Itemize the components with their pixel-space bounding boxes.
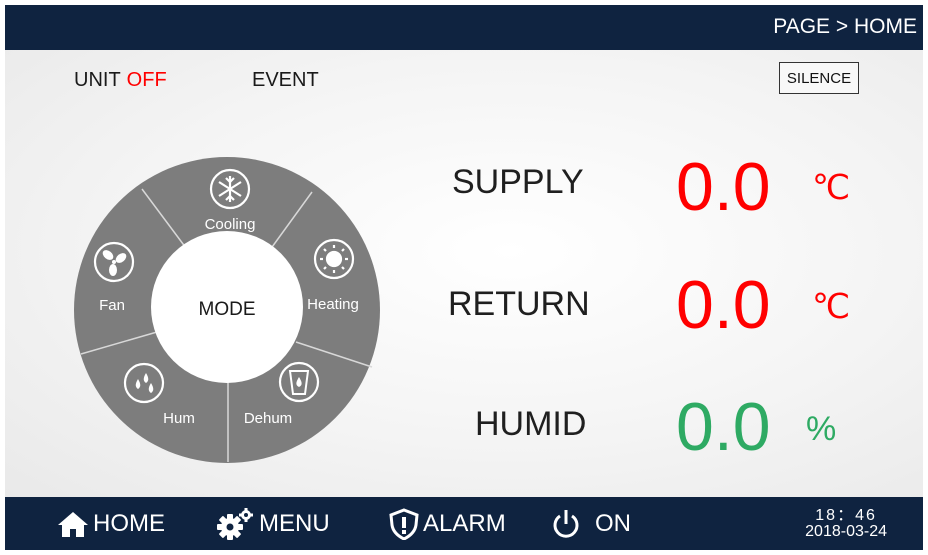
- mode-hum-label: Hum: [163, 410, 195, 427]
- unit-status: UNIT OFF: [74, 69, 167, 92]
- unit-status-value: OFF: [126, 69, 167, 91]
- power-label: ON: [595, 509, 631, 537]
- breadcrumb: PAGE > HOME: [773, 15, 917, 38]
- alarm-button[interactable]: ALARM: [389, 497, 506, 550]
- mode-dehum-label: Dehum: [244, 410, 292, 427]
- mode-cooling-label: Cooling: [205, 216, 256, 233]
- mode-center-label: MODE: [199, 299, 256, 320]
- humid-value: 0.0: [676, 389, 771, 465]
- clock-date: 2018-03-24: [805, 523, 887, 540]
- humid-unit: %: [806, 410, 837, 448]
- mode-wheel: MODE Cooling Heating Dehum Hum Fan: [74, 157, 380, 463]
- bottom-bar: HOME MENU ALARM ON 18：46 2018-03-24: [5, 497, 923, 550]
- sun-icon: [313, 238, 355, 280]
- mode-fan-label: Fan: [99, 297, 125, 314]
- power-button[interactable]: ON: [551, 497, 631, 550]
- event-link[interactable]: EVENT: [252, 69, 319, 92]
- menu-button[interactable]: MENU: [215, 497, 330, 550]
- mode-heating-label: Heating: [307, 296, 359, 313]
- power-icon: [553, 509, 579, 538]
- return-unit: ℃: [812, 288, 851, 326]
- return-label: RETURN: [448, 285, 590, 323]
- humid-label: HUMID: [475, 405, 587, 443]
- home-icon: [58, 511, 88, 537]
- return-value: 0.0: [676, 267, 771, 343]
- supply-label: SUPPLY: [452, 163, 584, 201]
- alarm-label: ALARM: [423, 509, 506, 537]
- unit-label: UNIT: [74, 69, 121, 91]
- supply-value: 0.0: [676, 149, 771, 225]
- silence-button[interactable]: SILENCE: [779, 62, 859, 94]
- supply-unit: ℃: [812, 169, 851, 207]
- clock-time: 18：46: [815, 507, 877, 524]
- gear-icon: [217, 507, 253, 540]
- shield-alert-icon: [389, 507, 419, 540]
- home-button[interactable]: HOME: [57, 497, 165, 550]
- top-bar: PAGE > HOME: [5, 5, 923, 50]
- clock: 18：46 2018-03-24: [805, 508, 887, 540]
- home-label: HOME: [93, 509, 165, 537]
- menu-label: MENU: [259, 509, 330, 537]
